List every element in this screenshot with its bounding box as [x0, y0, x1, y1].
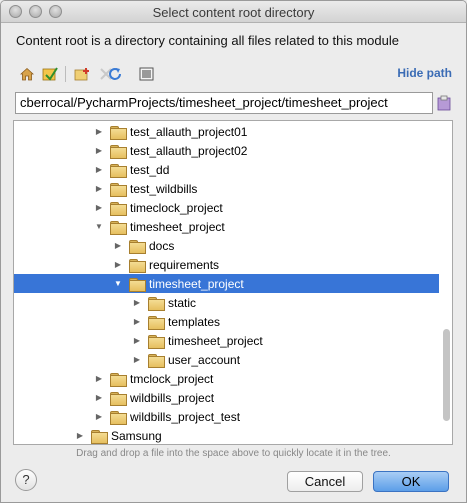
folder-icon — [110, 372, 127, 387]
tree-row-label: test_wildbills — [130, 181, 198, 196]
folder-icon — [110, 163, 127, 178]
collapsed-arrow-icon[interactable]: ▶ — [75, 431, 85, 441]
folder-icon — [148, 353, 165, 368]
tree-row[interactable]: ▶ test_wildbills — [14, 179, 439, 198]
directory-tree[interactable]: ▶ test_allauth_project01 ▶ test_allauth_pro… — [13, 120, 453, 445]
tree-row[interactable]: ▶ requirements — [14, 255, 439, 274]
tree-row[interactable]: ▶ tmclock_project — [14, 369, 439, 388]
folder-icon — [148, 334, 165, 349]
folder-icon — [91, 429, 108, 444]
tree-row-label: timeclock_project — [130, 200, 223, 215]
ok-button[interactable]: OK — [373, 471, 449, 492]
tree-row[interactable]: ▶ timeclock_project — [14, 198, 439, 217]
tree-row[interactable]: ▶ docs — [14, 236, 439, 255]
folder-icon — [110, 125, 127, 140]
tree-row-label: test_dd — [130, 162, 170, 177]
tree-row-label: tmclock_project — [130, 371, 214, 386]
collapsed-arrow-icon[interactable]: ▶ — [94, 412, 104, 422]
collapsed-arrow-icon[interactable]: ▶ — [94, 393, 104, 403]
tree-row-label: test_allauth_project01 — [130, 124, 248, 139]
folder-icon — [148, 296, 165, 311]
folder-icon — [110, 144, 127, 159]
folder-icon — [110, 201, 127, 216]
tree-row-label: wildbills_project — [130, 390, 215, 405]
collapsed-arrow-icon[interactable]: ▶ — [94, 146, 104, 156]
tree-row-label: templates — [168, 314, 221, 329]
tree-row[interactable]: ▶ test_allauth_project02 — [14, 141, 439, 160]
expanded-arrow-icon[interactable]: ▼ — [94, 222, 104, 232]
tree-row[interactable]: ▶ user_account — [14, 350, 439, 369]
collapsed-arrow-icon[interactable]: ▶ — [94, 374, 104, 384]
folder-icon — [110, 182, 127, 197]
new-folder-icon[interactable] — [73, 65, 91, 83]
show-hidden-icon[interactable] — [137, 65, 155, 83]
tree-row[interactable]: ▶ test_allauth_project01 — [14, 122, 439, 141]
help-button[interactable]: ? — [15, 469, 37, 491]
tree-row-label: timesheet_project — [168, 333, 263, 348]
tree-row-label: test_allauth_project02 — [130, 143, 248, 158]
collapsed-arrow-icon[interactable]: ▶ — [132, 298, 142, 308]
path-input[interactable]: cberrocal/PycharmProjects/timesheet_proj… — [15, 92, 433, 114]
dialog-window: Select content root directory Content ro… — [0, 0, 467, 503]
project-icon[interactable] — [41, 65, 59, 83]
hide-path-link[interactable]: Hide path — [397, 66, 452, 80]
folder-icon — [110, 220, 127, 235]
tree-row[interactable]: ▶ Samsung — [14, 426, 439, 444]
collapsed-arrow-icon[interactable]: ▶ — [94, 127, 104, 137]
folder-icon — [110, 410, 127, 425]
tree-row[interactable]: ▼ timesheet_project — [14, 217, 439, 236]
dialog-description: Content root is a directory containing a… — [16, 33, 399, 48]
collapsed-arrow-icon[interactable]: ▶ — [94, 184, 104, 194]
tree-scrollbar[interactable] — [443, 329, 450, 421]
tree-row-label: static — [168, 295, 197, 310]
folder-icon — [129, 258, 146, 273]
tree-row-label: timesheet_project — [149, 276, 244, 291]
drag-drop-hint: Drag and drop a file into the space abov… — [76, 448, 391, 459]
collapsed-arrow-icon[interactable]: ▶ — [94, 165, 104, 175]
collapsed-arrow-icon[interactable]: ▶ — [113, 260, 123, 270]
tree-row[interactable]: ▶ timesheet_project — [14, 331, 439, 350]
tree-row[interactable]: ▼ timesheet_project — [14, 274, 439, 293]
title-bar: Select content root directory — [1, 1, 466, 23]
folder-icon — [110, 391, 127, 406]
expanded-arrow-icon[interactable]: ▼ — [113, 279, 123, 289]
collapsed-arrow-icon[interactable]: ▶ — [94, 203, 104, 213]
collapsed-arrow-icon[interactable]: ▶ — [132, 336, 142, 346]
tree-row[interactable]: ▶ wildbills_project — [14, 388, 439, 407]
collapsed-arrow-icon[interactable]: ▶ — [132, 317, 142, 327]
window-title: Select content root directory — [152, 5, 315, 20]
tree-row[interactable]: ▶ wildbills_project_test — [14, 407, 439, 426]
collapsed-arrow-icon[interactable]: ▶ — [132, 355, 142, 365]
collapsed-arrow-icon[interactable]: ▶ — [113, 241, 123, 251]
tree-row-label: docs — [149, 238, 175, 253]
folder-icon — [129, 277, 146, 292]
tree-row-label: Samsung — [111, 428, 162, 443]
tree-row[interactable]: ▶ templates — [14, 312, 439, 331]
folder-icon — [148, 315, 165, 330]
tree-row[interactable]: ▶ static — [14, 293, 439, 312]
tree-row-label: user_account — [168, 352, 241, 367]
cancel-button[interactable]: Cancel — [287, 471, 363, 492]
home-icon[interactable] — [18, 65, 36, 83]
toolbar-divider — [65, 66, 66, 82]
tree-row-label: requirements — [149, 257, 220, 272]
paste-path-icon[interactable] — [437, 95, 451, 111]
folder-icon — [129, 239, 146, 254]
tree-row-label: timesheet_project — [130, 219, 225, 234]
tree-row-label: wildbills_project_test — [130, 409, 241, 424]
tree-row[interactable]: ▶ test_dd — [14, 160, 439, 179]
refresh-icon[interactable] — [106, 65, 124, 83]
